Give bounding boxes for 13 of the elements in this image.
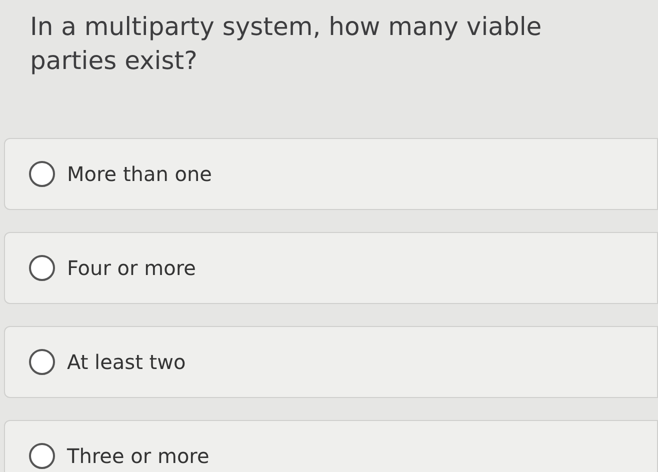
option-label: More than one	[67, 161, 212, 188]
answer-option[interactable]: Three or more	[4, 420, 658, 472]
answer-option[interactable]: At least two	[4, 326, 658, 398]
radio-button[interactable]	[29, 349, 55, 375]
answer-option[interactable]: More than one	[4, 138, 658, 210]
answer-option[interactable]: Four or more	[4, 232, 658, 304]
question-text: In a multiparty system, how many viable parties exist?	[29, 11, 543, 77]
option-label: Four or more	[67, 255, 196, 282]
option-label: At least two	[67, 349, 186, 376]
radio-button[interactable]	[29, 161, 55, 187]
radio-button[interactable]	[29, 443, 55, 469]
option-label: Three or more	[67, 443, 210, 470]
radio-button[interactable]	[29, 255, 55, 281]
